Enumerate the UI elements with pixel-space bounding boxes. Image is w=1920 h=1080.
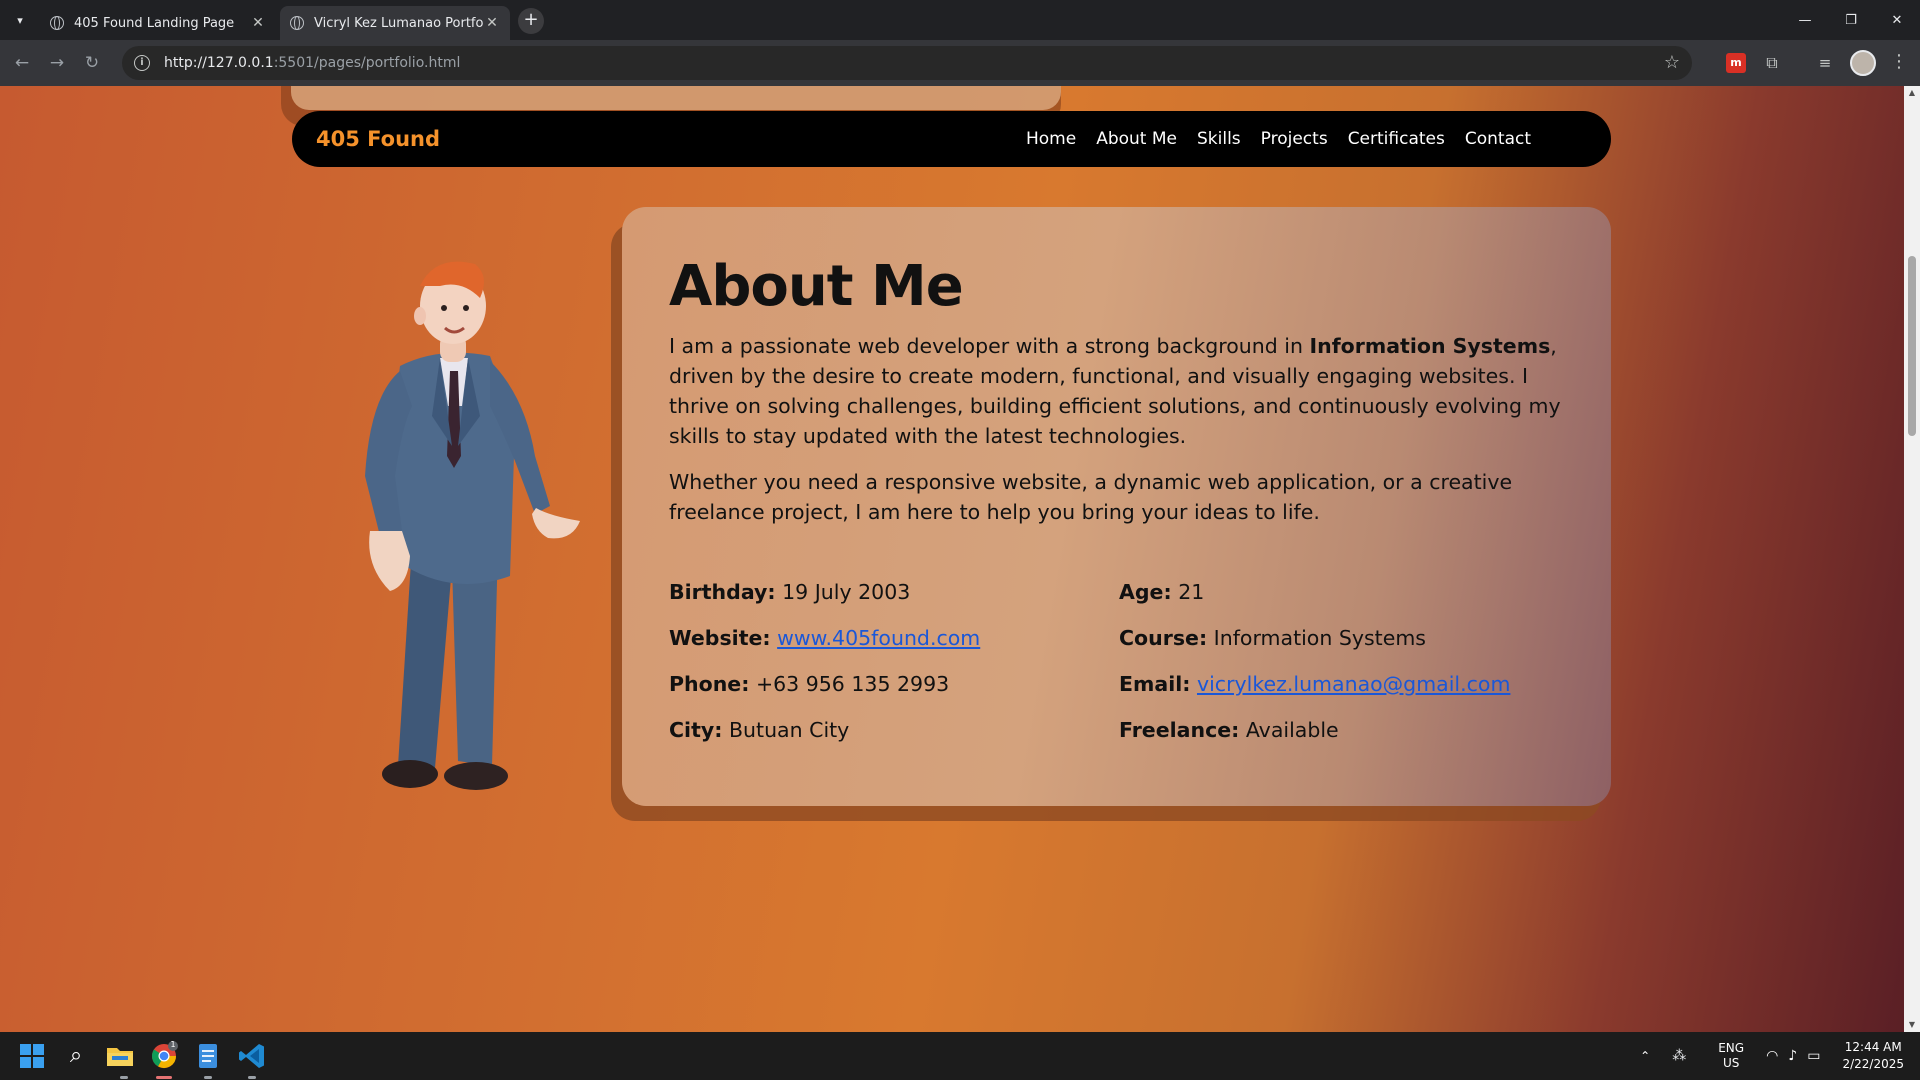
notepad-icon[interactable] bbox=[192, 1040, 224, 1072]
reload-icon[interactable]: ↻ bbox=[80, 51, 104, 75]
detail-course: Course: Information Systems bbox=[1119, 626, 1426, 650]
system-tray: ⌃ ⁂ ENG US ◠ ♪ ▭ 12:44 AM 2/22/2025 bbox=[1640, 1032, 1904, 1080]
chrome-badge: 1 bbox=[170, 1040, 176, 1049]
files-running-indicator bbox=[120, 1076, 128, 1079]
search-icon[interactable]: ⌕ bbox=[60, 1040, 92, 1072]
page-viewport: 405 Found Home About Me Skills Projects … bbox=[0, 86, 1904, 1032]
tab-title: 405 Found Landing Page bbox=[74, 15, 235, 31]
chrome-icon[interactable]: 1 bbox=[148, 1040, 180, 1072]
extension-icon[interactable]: m bbox=[1726, 53, 1746, 73]
info-icon[interactable]: i bbox=[134, 55, 150, 71]
puzzle-icon[interactable]: ⧉ bbox=[1762, 53, 1782, 73]
detail-email: Email: vicrylkez.lumanao@gmail.com bbox=[1119, 672, 1511, 696]
nav-link-about[interactable]: About Me bbox=[1096, 129, 1177, 149]
email-link[interactable]: vicrylkez.lumanao@gmail.com bbox=[1197, 672, 1510, 696]
notepad-running-indicator bbox=[204, 1076, 212, 1079]
clock[interactable]: 12:44 AM 2/22/2025 bbox=[1842, 1039, 1904, 1073]
media-icon[interactable]: ≡ bbox=[1815, 53, 1835, 73]
chevron-up-icon[interactable]: ⌃ bbox=[1640, 1049, 1650, 1063]
app-tray-icon[interactable]: ⁂ bbox=[1672, 1048, 1686, 1064]
vscode-icon[interactable] bbox=[236, 1040, 268, 1072]
profile-avatar[interactable] bbox=[1850, 50, 1876, 76]
kebab-icon[interactable]: ⋮ bbox=[1890, 51, 1908, 72]
scroll-thumb[interactable] bbox=[1908, 256, 1916, 436]
windows-icon[interactable] bbox=[16, 1040, 48, 1072]
windows-taskbar: ⌕ 1 ⌃ ⁂ ENG US ◠ ♪ ▭ 12:44 AM 2/22/2025 bbox=[0, 1032, 1920, 1080]
personal-details: Birthday: 19 July 2003 Age: 21 Website: … bbox=[669, 577, 1569, 761]
url-text: http://127.0.0.1:5501/pages/portfolio.ht… bbox=[164, 55, 461, 71]
tab-portfolio[interactable]: Vicryl Kez Lumanao Portfolio ✕ bbox=[280, 6, 510, 40]
browser-toolbar: ← → ↻ i http://127.0.0.1:5501/pages/port… bbox=[0, 40, 1920, 86]
nav-link-certificates[interactable]: Certificates bbox=[1348, 129, 1445, 149]
globe-icon bbox=[290, 16, 304, 30]
folder-icon[interactable] bbox=[104, 1040, 136, 1072]
globe-icon bbox=[50, 16, 64, 30]
nav-link-skills[interactable]: Skills bbox=[1197, 129, 1241, 149]
website-link[interactable]: www.405found.com bbox=[777, 626, 980, 650]
vscode-running-indicator bbox=[248, 1076, 256, 1079]
detail-phone: Phone: +63 956 135 2993 bbox=[669, 672, 950, 696]
scroll-down-icon[interactable]: ▼ bbox=[1904, 1018, 1920, 1032]
detail-website: Website: www.405found.com bbox=[669, 626, 981, 650]
detail-birthday: Birthday: 19 July 2003 bbox=[669, 580, 911, 604]
details-row: Birthday: 19 July 2003 Age: 21 bbox=[669, 577, 1569, 623]
close-icon[interactable]: ✕ bbox=[250, 15, 266, 31]
tab-title: Vicryl Kez Lumanao Portfolio bbox=[314, 15, 484, 31]
scroll-up-icon[interactable]: ▲ bbox=[1904, 86, 1920, 100]
window-controls: — ❐ ✕ bbox=[1782, 0, 1920, 40]
about-paragraph-2: Whether you need a responsive website, a… bbox=[669, 470, 1513, 524]
highlight-information-systems: Information Systems bbox=[1309, 334, 1551, 358]
previous-section-card bbox=[291, 86, 1061, 110]
tab-search-icon[interactable]: ▾ bbox=[8, 8, 32, 32]
star-icon[interactable]: ☆ bbox=[1664, 52, 1680, 73]
volume-icon[interactable]: ♪ bbox=[1788, 1048, 1797, 1064]
about-card: About Me I am a passionate web developer… bbox=[622, 207, 1611, 806]
nav-link-projects[interactable]: Projects bbox=[1261, 129, 1328, 149]
nav-link-home[interactable]: Home bbox=[1026, 129, 1076, 149]
chrome-active-indicator bbox=[156, 1076, 172, 1079]
close-icon[interactable]: ✕ bbox=[484, 15, 500, 31]
plus-icon[interactable]: + bbox=[518, 8, 544, 34]
about-title: About Me bbox=[669, 254, 964, 319]
nav-links: Home About Me Skills Projects Certificat… bbox=[1026, 111, 1531, 167]
tab-strip: ▾ 405 Found Landing Page ✕ Vicryl Kez Lu… bbox=[0, 0, 1920, 40]
character-illustration bbox=[365, 261, 580, 790]
tab-landing-page[interactable]: 405 Found Landing Page ✕ bbox=[40, 6, 276, 40]
details-row: Phone: +63 956 135 2993 Email: vicrylkez… bbox=[669, 669, 1569, 715]
minimize-button[interactable]: — bbox=[1782, 0, 1828, 40]
detail-freelance: Freelance: Available bbox=[1119, 718, 1339, 742]
back-icon[interactable]: ← bbox=[10, 51, 34, 75]
detail-city: City: Butuan City bbox=[669, 718, 850, 742]
details-row: City: Butuan City Freelance: Available bbox=[669, 715, 1569, 761]
forward-icon[interactable]: → bbox=[45, 51, 69, 75]
page-scrollbar[interactable]: ▲ ▼ bbox=[1904, 86, 1920, 1032]
language-indicator[interactable]: ENG US bbox=[1718, 1041, 1744, 1071]
battery-icon[interactable]: ▭ bbox=[1807, 1048, 1820, 1064]
nav-link-contact[interactable]: Contact bbox=[1465, 129, 1531, 149]
details-row: Website: www.405found.com Course: Inform… bbox=[669, 623, 1569, 669]
site-navbar: 405 Found Home About Me Skills Projects … bbox=[292, 111, 1611, 167]
about-paragraph-1: I am a passionate web developer with a s… bbox=[669, 334, 1561, 448]
restore-button[interactable]: ❐ bbox=[1828, 0, 1874, 40]
address-bar[interactable]: i http://127.0.0.1:5501/pages/portfolio.… bbox=[122, 46, 1692, 80]
close-window-button[interactable]: ✕ bbox=[1874, 0, 1920, 40]
detail-age: Age: 21 bbox=[1119, 580, 1205, 604]
wifi-icon[interactable]: ◠ bbox=[1766, 1048, 1778, 1064]
brand-logo[interactable]: 405 Found bbox=[316, 111, 440, 167]
